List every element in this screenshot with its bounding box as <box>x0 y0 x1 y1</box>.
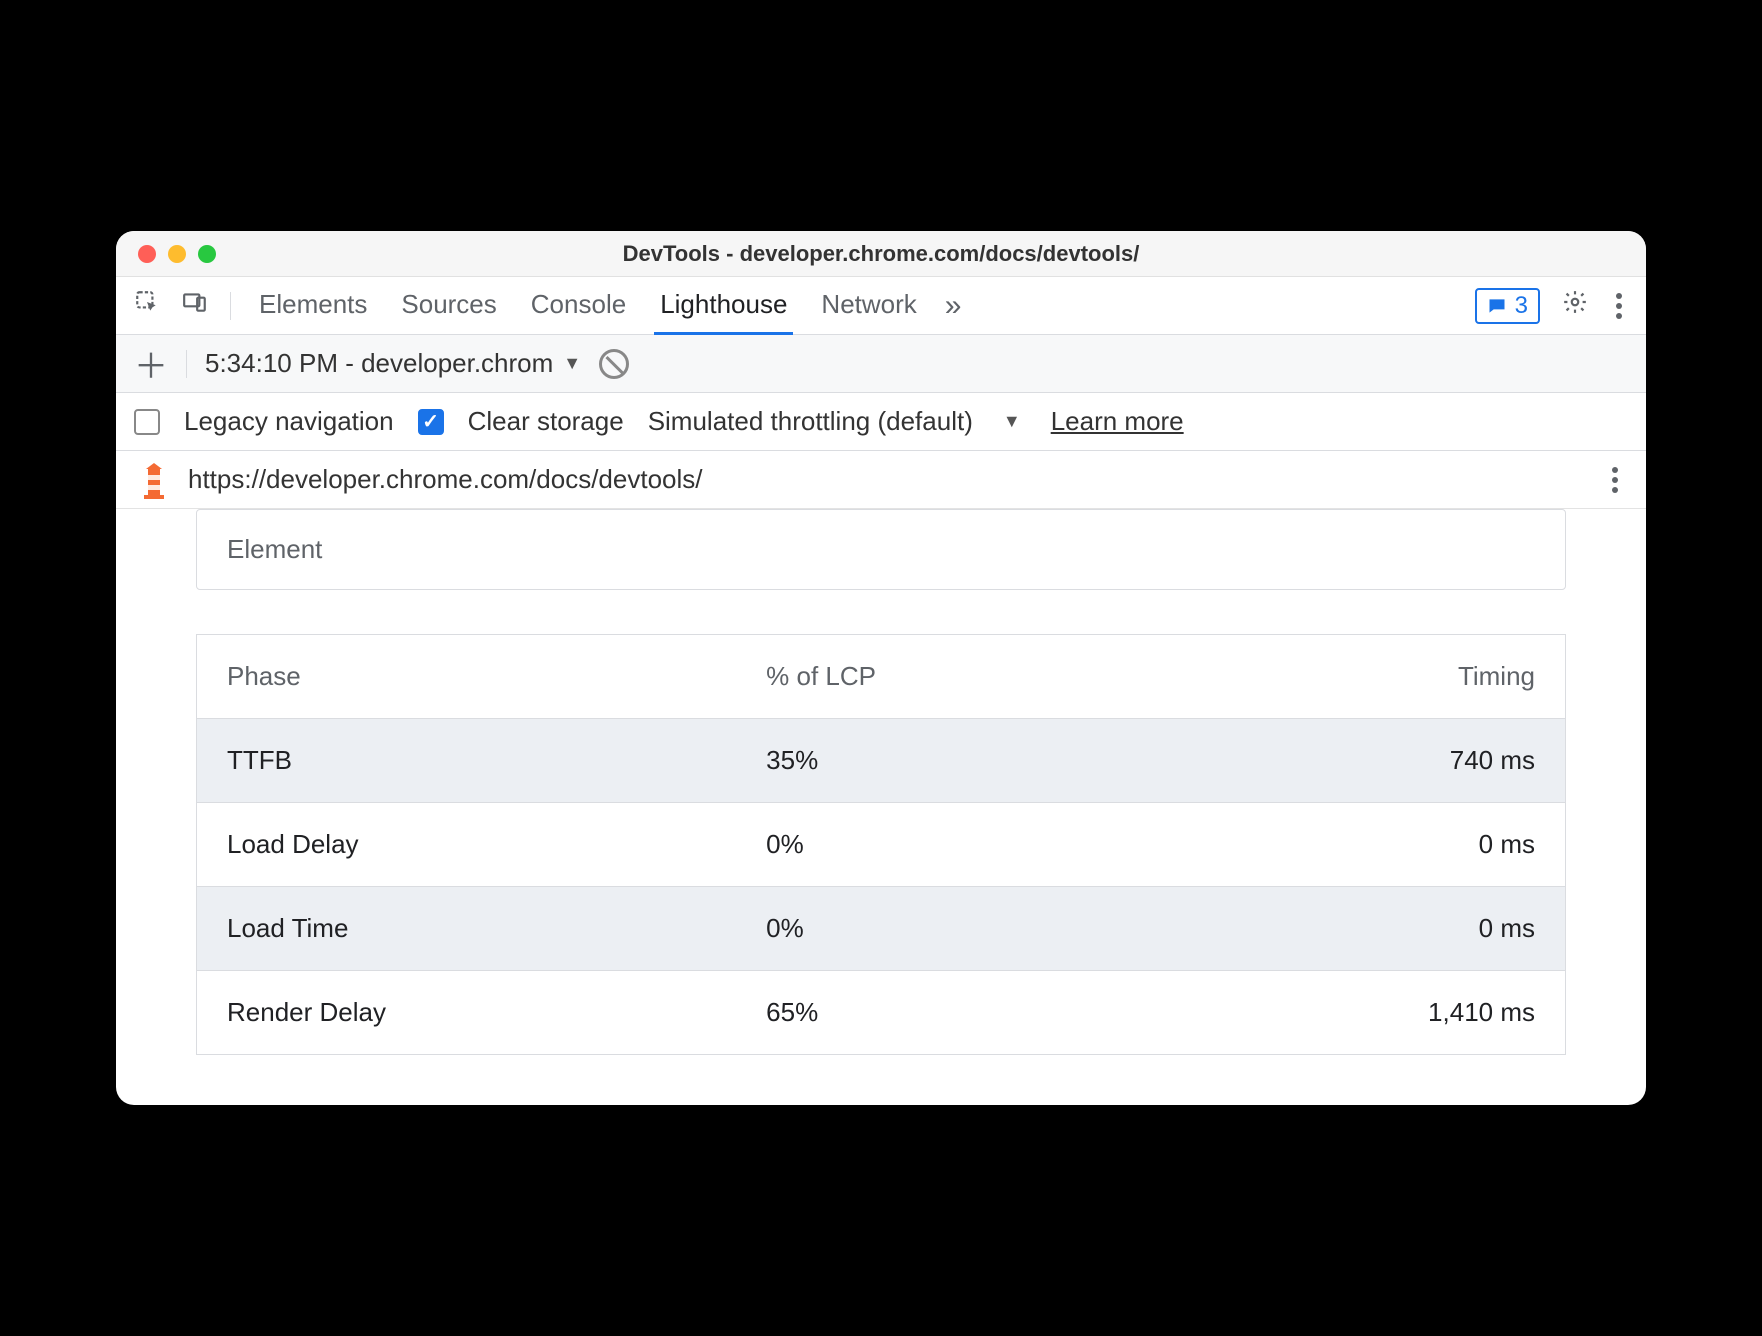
learn-more-link[interactable]: Learn more <box>1051 406 1184 437</box>
col-pct: % of LCP <box>736 635 1154 719</box>
lcp-phase-table: Phase % of LCP Timing TTFB 35% 740 ms Lo… <box>196 634 1566 1055</box>
clear-storage-checkbox[interactable] <box>418 409 444 435</box>
cell-phase: Render Delay <box>197 971 737 1055</box>
lighthouse-icon <box>138 461 170 499</box>
lighthouse-toolbar: ＋ 5:34:10 PM - developer.chrom ▼ <box>116 335 1646 393</box>
report-selector-label: 5:34:10 PM - developer.chrom <box>205 348 553 379</box>
cell-phase: Load Time <box>197 887 737 971</box>
table-row: Load Time 0% 0 ms <box>197 887 1566 971</box>
lcp-element-card-title: Element <box>197 510 1565 589</box>
more-tabs-button[interactable]: » <box>945 289 962 323</box>
close-window-button[interactable] <box>138 245 156 263</box>
cell-timing: 740 ms <box>1154 719 1566 803</box>
more-options-button[interactable] <box>1610 287 1628 325</box>
report-url: https://developer.chrome.com/docs/devtoo… <box>188 464 703 495</box>
cell-phase: Load Delay <box>197 803 737 887</box>
table-row: Load Delay 0% 0 ms <box>197 803 1566 887</box>
issues-badge[interactable]: 3 <box>1475 288 1540 324</box>
cell-pct: 65% <box>736 971 1154 1055</box>
report-url-row: https://developer.chrome.com/docs/devtoo… <box>116 451 1646 509</box>
throttling-label: Simulated throttling (default) <box>648 406 973 437</box>
col-phase: Phase <box>197 635 737 719</box>
report-body: Element Phase % of LCP Timing TTFB 35% 7… <box>116 509 1646 1105</box>
table-row: TTFB 35% 740 ms <box>197 719 1566 803</box>
lighthouse-options: Legacy navigation Clear storage Simulate… <box>116 393 1646 451</box>
cell-timing: 1,410 ms <box>1154 971 1566 1055</box>
issues-count: 3 <box>1515 292 1528 320</box>
cell-pct: 0% <box>736 887 1154 971</box>
separator <box>230 292 231 320</box>
legacy-navigation-label: Legacy navigation <box>184 406 394 437</box>
message-icon <box>1487 296 1507 316</box>
table-header-row: Phase % of LCP Timing <box>197 635 1566 719</box>
tab-sources[interactable]: Sources <box>395 277 502 335</box>
device-toolbar-icon[interactable] <box>182 289 208 322</box>
tab-console[interactable]: Console <box>525 277 632 335</box>
tab-elements[interactable]: Elements <box>253 277 373 335</box>
zoom-window-button[interactable] <box>198 245 216 263</box>
clear-storage-label: Clear storage <box>468 406 624 437</box>
minimize-window-button[interactable] <box>168 245 186 263</box>
cell-phase: TTFB <box>197 719 737 803</box>
legacy-navigation-checkbox[interactable] <box>134 409 160 435</box>
table-row: Render Delay 65% 1,410 ms <box>197 971 1566 1055</box>
throttling-dropdown[interactable]: ▼ <box>997 411 1027 432</box>
clear-report-icon[interactable] <box>599 349 629 379</box>
traffic-lights <box>116 245 216 263</box>
report-more-options[interactable] <box>1606 461 1624 499</box>
inspect-element-icon[interactable] <box>134 289 160 322</box>
lcp-element-card: Element <box>196 509 1566 590</box>
window-title: DevTools - developer.chrome.com/docs/dev… <box>116 241 1646 267</box>
separator <box>186 350 187 378</box>
col-timing: Timing <box>1154 635 1566 719</box>
settings-gear-icon[interactable] <box>1562 289 1588 322</box>
cell-pct: 0% <box>736 803 1154 887</box>
cell-timing: 0 ms <box>1154 887 1566 971</box>
tab-network[interactable]: Network <box>815 277 922 335</box>
cell-pct: 35% <box>736 719 1154 803</box>
chevron-down-icon: ▼ <box>563 353 581 374</box>
tab-lighthouse[interactable]: Lighthouse <box>654 277 793 335</box>
new-report-button[interactable]: ＋ <box>134 339 168 388</box>
devtools-window: DevTools - developer.chrome.com/docs/dev… <box>116 231 1646 1105</box>
cell-timing: 0 ms <box>1154 803 1566 887</box>
report-selector[interactable]: 5:34:10 PM - developer.chrom ▼ <box>205 348 581 379</box>
main-tabs: Elements Sources Console Lighthouse Netw… <box>116 277 1646 335</box>
window-titlebar: DevTools - developer.chrome.com/docs/dev… <box>116 231 1646 277</box>
